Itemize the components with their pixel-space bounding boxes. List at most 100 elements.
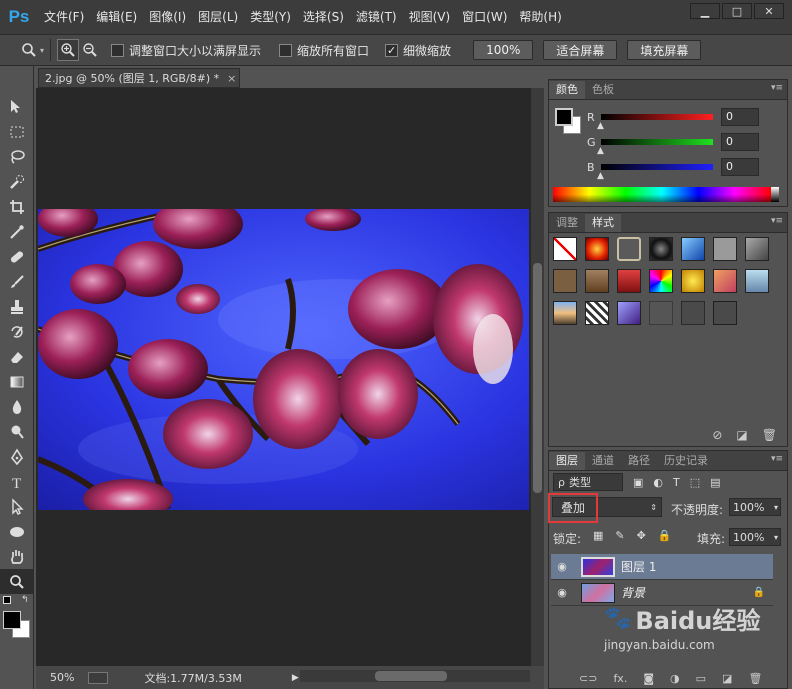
layer-row-layer1[interactable]: ◉ 图层 1: [551, 554, 773, 580]
type-tool-icon[interactable]: T: [0, 469, 34, 494]
style-swatch[interactable]: [649, 269, 673, 293]
style-swatch[interactable]: [713, 269, 737, 293]
chevron-down-icon[interactable]: ▾: [40, 46, 44, 55]
menu-layer[interactable]: 图层(L): [192, 0, 244, 34]
new-layer-icon[interactable]: ◪: [722, 672, 732, 685]
folder-icon[interactable]: ▭: [696, 672, 706, 685]
ellipse-tool-icon[interactable]: [0, 519, 34, 544]
move-tool-icon[interactable]: [0, 94, 34, 119]
layer-name[interactable]: 图层 1: [621, 558, 656, 575]
adjust-filter-icon[interactable]: ◐: [653, 476, 663, 489]
scrubby-zoom-checkbox[interactable]: ✓: [385, 43, 399, 57]
tab-swatches[interactable]: 色板: [585, 81, 621, 99]
trash-icon[interactable]: 🗑: [748, 672, 762, 685]
tab-layers[interactable]: 图层: [549, 452, 585, 470]
style-swatch[interactable]: [745, 237, 769, 261]
panel-menu-icon[interactable]: ▾≡: [771, 83, 783, 93]
blur-tool-icon[interactable]: [0, 394, 34, 419]
vertical-scroll-thumb[interactable]: [533, 263, 542, 493]
quick-select-tool-icon[interactable]: [0, 169, 34, 194]
layer-name[interactable]: 背景: [621, 584, 645, 601]
tab-history[interactable]: 历史记录: [657, 452, 715, 470]
menu-image[interactable]: 图像(I): [143, 0, 192, 34]
channel-r-value[interactable]: 0: [721, 108, 759, 126]
tab-paths[interactable]: 路径: [621, 452, 657, 470]
actual-pixels-button[interactable]: 100%: [473, 40, 534, 60]
gradient-tool-icon[interactable]: [0, 369, 34, 394]
color-swatches[interactable]: ↰: [0, 594, 33, 644]
crop-tool-icon[interactable]: [0, 194, 34, 219]
brush-tool-icon[interactable]: [0, 269, 34, 294]
style-swatch[interactable]: [649, 237, 673, 261]
style-swatch[interactable]: [713, 237, 737, 261]
panel-menu-icon[interactable]: ▾≡: [771, 454, 783, 464]
menu-view[interactable]: 视图(V): [403, 0, 457, 34]
channel-r-slider[interactable]: ▲: [597, 114, 713, 131]
visibility-eye-icon[interactable]: ◉: [551, 586, 573, 599]
document-tab[interactable]: 2.jpg @ 50% (图层 1, RGB/8#) * ×: [38, 68, 240, 88]
type-filter-icon[interactable]: T: [673, 476, 680, 489]
zoom-in-icon[interactable]: [57, 39, 80, 61]
channel-b-slider[interactable]: ▲: [597, 164, 713, 181]
fill-input[interactable]: 100% ▾: [729, 528, 781, 546]
style-swatch[interactable]: [585, 269, 609, 293]
menu-type[interactable]: 类型(Y): [244, 0, 297, 34]
default-colors-icon[interactable]: [3, 596, 11, 604]
shape-filter-icon[interactable]: ⬚: [690, 476, 700, 489]
menu-select[interactable]: 选择(S): [297, 0, 350, 34]
channel-g-slider[interactable]: ▲: [597, 139, 713, 156]
marquee-tool-icon[interactable]: [0, 119, 34, 144]
zoom-out-icon[interactable]: [79, 39, 101, 61]
style-swatch[interactable]: [617, 301, 641, 325]
eraser-tool-icon[interactable]: [0, 344, 34, 369]
style-none[interactable]: [553, 237, 577, 261]
clone-stamp-tool-icon[interactable]: [0, 294, 34, 319]
lock-transparent-icon[interactable]: ▦: [593, 529, 603, 542]
menu-file[interactable]: 文件(F): [38, 0, 90, 34]
no-style-icon[interactable]: ⊘: [712, 428, 722, 442]
menu-edit[interactable]: 编辑(E): [90, 0, 143, 34]
maximize-button[interactable]: □: [722, 3, 752, 19]
style-swatch[interactable]: [681, 269, 705, 293]
panel-fg-swatch[interactable]: [555, 108, 573, 126]
foreground-color-swatch[interactable]: [3, 611, 21, 629]
trash-icon[interactable]: 🗑: [762, 428, 777, 442]
fill-screen-button[interactable]: 填充屏幕: [627, 40, 702, 60]
zoom-tool-icon[interactable]: [18, 39, 40, 61]
link-icon[interactable]: ⊂⊃: [579, 672, 597, 685]
style-swatch[interactable]: [681, 301, 705, 325]
fx-icon[interactable]: fx.: [613, 672, 627, 685]
fit-screen-button[interactable]: 适合屏幕: [543, 40, 618, 60]
filter-kind-select[interactable]: ρ 类型: [553, 473, 623, 491]
zoom-all-checkbox[interactable]: [279, 43, 293, 57]
style-swatch[interactable]: [553, 269, 577, 293]
tab-color[interactable]: 颜色: [549, 81, 585, 99]
menu-filter[interactable]: 滤镜(T): [350, 0, 403, 34]
pen-tool-icon[interactable]: [0, 444, 34, 469]
style-swatch[interactable]: [681, 237, 705, 261]
canvas-image[interactable]: [38, 209, 529, 510]
menu-window[interactable]: 窗口(W): [456, 0, 513, 34]
style-swatch[interactable]: [745, 269, 769, 293]
style-swatch[interactable]: [649, 301, 673, 325]
close-icon[interactable]: ×: [227, 72, 236, 85]
dodge-tool-icon[interactable]: [0, 419, 34, 444]
lasso-tool-icon[interactable]: [0, 144, 34, 169]
color-spectrum[interactable]: [553, 187, 779, 202]
history-brush-tool-icon[interactable]: [0, 319, 34, 344]
lock-position-icon[interactable]: ✥: [637, 529, 646, 542]
visibility-eye-icon[interactable]: ◉: [551, 560, 573, 573]
style-swatch[interactable]: [713, 301, 737, 325]
smart-filter-icon[interactable]: ▤: [710, 476, 720, 489]
style-swatch[interactable]: [585, 237, 609, 261]
menu-help[interactable]: 帮助(H): [513, 0, 567, 34]
adjustment-icon[interactable]: ◑: [670, 672, 680, 685]
horizontal-scroll-thumb[interactable]: [375, 671, 447, 681]
style-swatch[interactable]: [617, 237, 641, 261]
tab-adjustments[interactable]: 调整: [549, 214, 585, 232]
channel-b-value[interactable]: 0: [721, 158, 759, 176]
status-options-icon[interactable]: [88, 671, 109, 684]
swap-colors-icon[interactable]: ↰: [21, 595, 29, 605]
fg-bg-colors[interactable]: [555, 108, 581, 134]
mask-icon[interactable]: ◙: [643, 672, 654, 685]
